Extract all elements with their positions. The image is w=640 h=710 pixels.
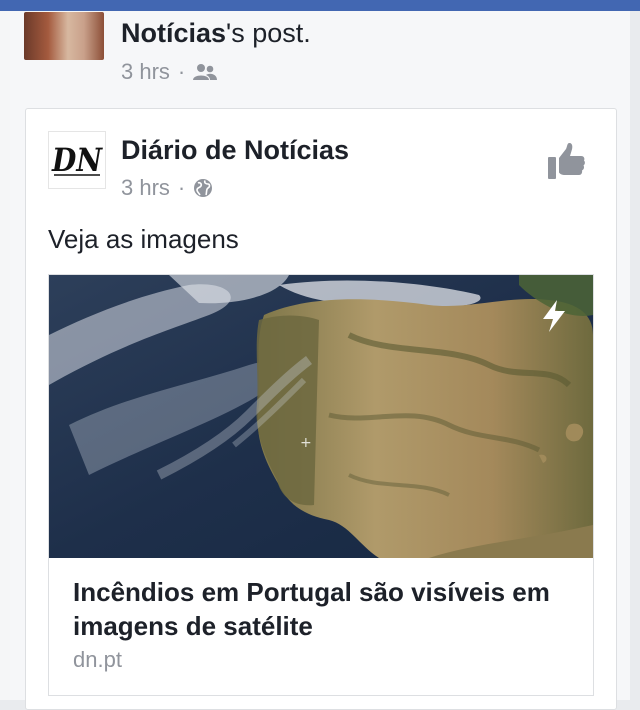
top-bar — [0, 0, 640, 11]
link-domain: dn.pt — [73, 647, 122, 672]
lightning-icon — [543, 300, 565, 332]
like-icon[interactable] — [546, 141, 586, 181]
dn-logo-icon: DN — [51, 141, 103, 179]
link-image[interactable]: + — [49, 275, 593, 558]
post-meta: 3 hrs · — [121, 175, 213, 201]
meta-separator: · — [177, 175, 186, 200]
post-timestamp[interactable]: 3 hrs — [121, 175, 170, 201]
link-preview[interactable]: + Incêndios em Portugal são visíveis em … — [48, 274, 594, 696]
share-header: Notícias's post. — [121, 18, 311, 49]
shared-page-link[interactable]: Notícias — [121, 18, 226, 48]
post-card: DN Diário de Notícias 3 hrs · Veja as im… — [25, 108, 617, 710]
globe-icon — [194, 179, 213, 197]
friends-icon — [193, 64, 218, 80]
share-suffix: 's post. — [226, 18, 311, 48]
page-name[interactable]: Diário de Notícias — [121, 135, 349, 166]
post-text: Veja as imagens — [48, 224, 239, 254]
share-meta: 3 hrs · — [121, 59, 218, 85]
share-timestamp[interactable]: 3 hrs — [121, 59, 170, 85]
svg-text:DN: DN — [51, 141, 103, 179]
meta-separator: · — [177, 59, 186, 84]
sharer-avatar[interactable] — [24, 12, 104, 60]
svg-text:+: + — [300, 435, 312, 451]
link-title[interactable]: Incêndios em Portugal são visíveis em im… — [73, 575, 573, 643]
satellite-image: + — [49, 275, 593, 558]
page-logo[interactable]: DN — [48, 131, 106, 189]
